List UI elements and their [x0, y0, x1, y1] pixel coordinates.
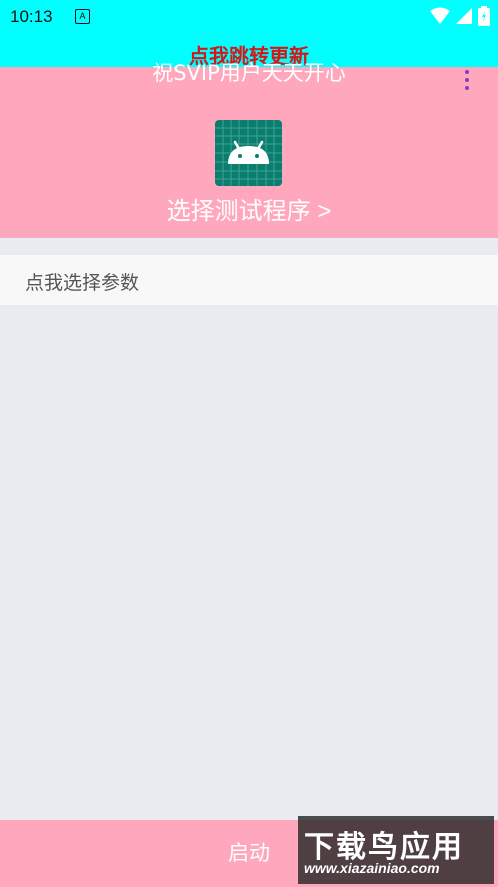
- battery-icon: [478, 6, 490, 26]
- signal-icon: [456, 8, 472, 24]
- select-params-row[interactable]: 点我选择参数: [0, 255, 498, 305]
- system-icons: [430, 6, 490, 26]
- wifi-icon: [430, 7, 450, 24]
- app-header: 祝SVIP用户天天开心 选择测试程序 >: [0, 61, 498, 238]
- watermark-url: www.xiazainiao.com: [304, 860, 440, 876]
- watermark-logo: 下载鸟应用 www.xiazainiao.com: [298, 816, 494, 884]
- header-title: 祝SVIP用户天天开心: [152, 61, 346, 85]
- more-vert-icon[interactable]: [462, 70, 472, 90]
- select-program-button[interactable]: 选择测试程序 >: [0, 191, 498, 226]
- status-time: 10:13: [10, 7, 53, 26]
- android-icon[interactable]: [215, 120, 282, 186]
- notification-icon: A: [75, 9, 90, 24]
- select-params-label: 点我选择参数: [25, 273, 140, 294]
